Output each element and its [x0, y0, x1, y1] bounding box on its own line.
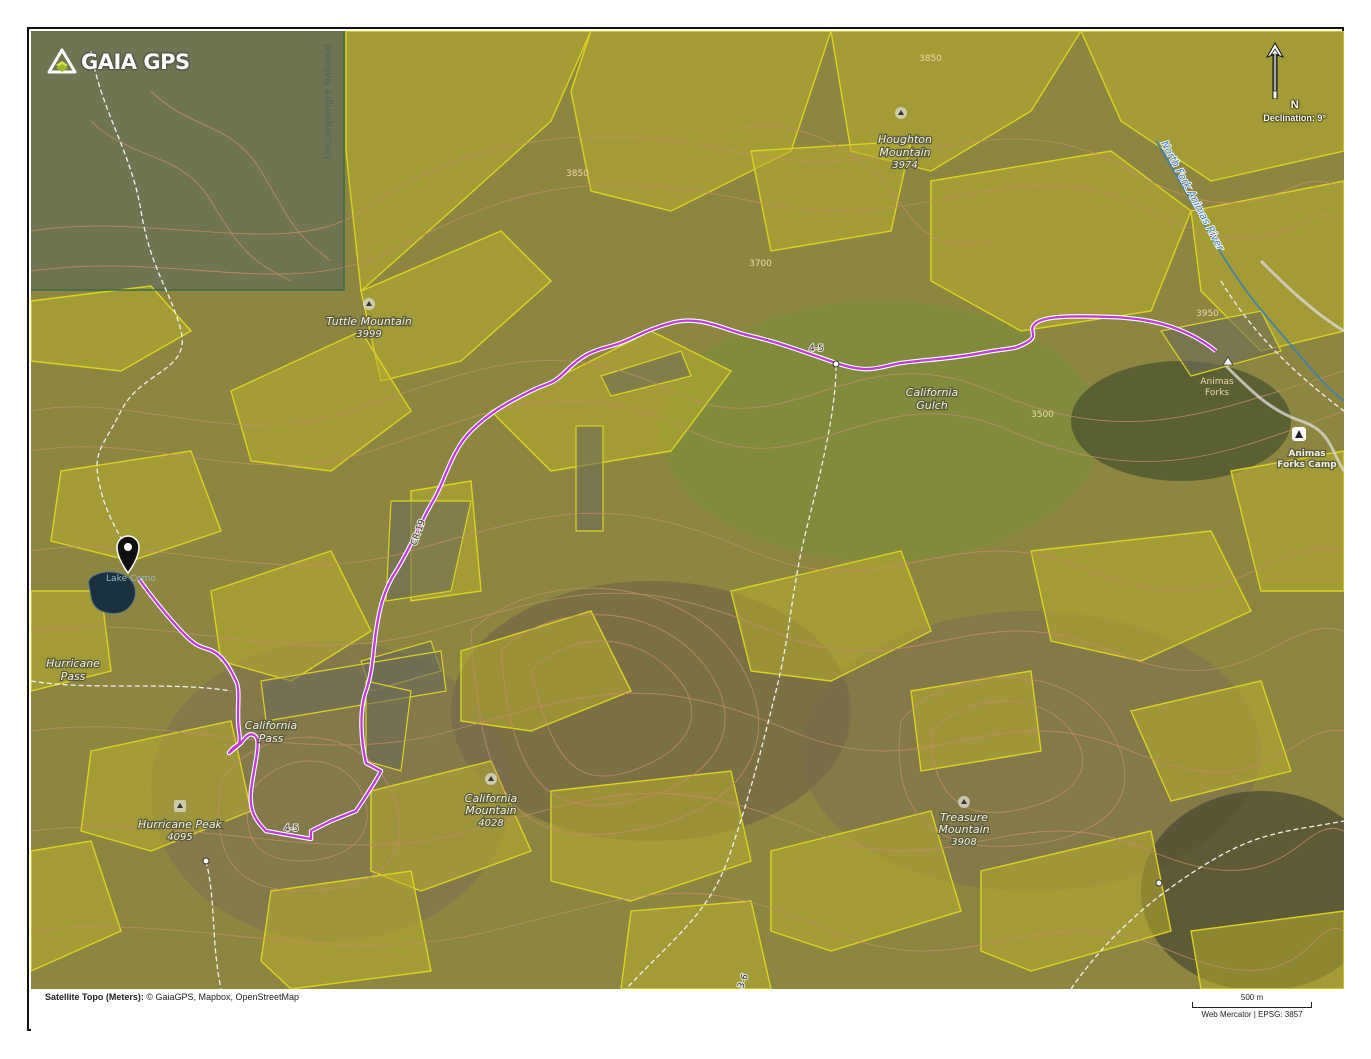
map-canvas[interactable]: Tuttle Mountain 3999 Houghton Mountain 3… [31, 31, 1344, 989]
scale-bar-block: 500 m Web Mercator | EPSG: 3857 [1192, 993, 1312, 1019]
label-hurricane-peak-elevation: 4095 [167, 832, 192, 843]
label-hurricane-pass-2: Pass [61, 670, 86, 683]
north-arrow: N Declination: 9° [1263, 41, 1326, 123]
label-treasure-mountain-2: Mountain [938, 823, 989, 836]
label-animas-camp-2: Forks Camp [1277, 460, 1337, 470]
peak-icon-houghton[interactable] [895, 107, 907, 119]
trailhead-waypoint[interactable] [202, 857, 210, 865]
brand-name: GAIA GPS [81, 50, 190, 74]
declination-label: Declination: 9° [1263, 113, 1326, 123]
label-road-45-b: 4-5 [284, 824, 299, 834]
scale-label: 500 m [1240, 993, 1264, 1002]
attribution: Satellite Topo (Meters): © GaiaGPS, Mapb… [45, 992, 299, 1002]
contour-label-3500: 3500 [1031, 410, 1054, 420]
label-tuttle-mountain: Tuttle Mountain [326, 315, 412, 328]
label-uncompahgre: Uncompahgre National [323, 44, 334, 159]
label-california-gulch-1: California [906, 386, 959, 399]
contour-label-3850a: 3850 [566, 169, 589, 179]
campground-icon[interactable] [1292, 427, 1306, 441]
projection-label: Web Mercator | EPSG: 3857 [1201, 1010, 1303, 1019]
contour-label-3850b: 3850 [919, 54, 942, 64]
label-tuttle-elevation: 3999 [356, 329, 381, 340]
gaia-gps-logo: GAIA GPS [47, 47, 190, 77]
label-california-mountain-elevation: 4028 [478, 818, 503, 829]
label-animas-camp-1: Animas [1288, 449, 1325, 459]
label-houghton-elevation: 3974 [892, 160, 917, 171]
label-california-pass-1: California [245, 719, 298, 732]
label-houghton-1: Houghton [878, 133, 932, 146]
label-animas-forks-2: Forks [1205, 388, 1229, 398]
green-meadow [661, 301, 1101, 561]
gaia-mountain-logo-icon [47, 48, 77, 74]
attribution-text: © GaiaGPS, Mapbox, OpenStreetMap [146, 992, 300, 1002]
peak-icon-hurricane[interactable] [174, 800, 186, 812]
peak-icon-tuttle[interactable] [363, 298, 375, 310]
north-arrow-icon [1266, 41, 1285, 99]
contour-label-3950: 3950 [1196, 309, 1219, 319]
north-letter: N [1290, 99, 1299, 111]
peak-icon-california[interactable] [485, 773, 497, 785]
trail-junction-waypoint[interactable] [1155, 879, 1163, 887]
map-svg: Tuttle Mountain 3999 Houghton Mountain 3… [31, 31, 1344, 989]
map-footer: Satellite Topo (Meters): © GaiaGPS, Mapb… [31, 989, 1344, 1031]
scale-bar [1192, 1002, 1312, 1008]
contour-label-3700: 3700 [749, 259, 772, 269]
label-road-45-a: 4-5 [809, 344, 824, 354]
junction-waypoint[interactable] [832, 360, 840, 368]
map-print-frame: Tuttle Mountain 3999 Houghton Mountain 3… [27, 27, 1344, 1031]
label-hurricane-peak: Hurricane Peak [138, 818, 223, 831]
label-lake-como: Lake Como [106, 574, 156, 584]
label-hurricane-pass-1: Hurricane [46, 657, 100, 670]
layer-name: Satellite Topo (Meters): [45, 992, 144, 1002]
label-houghton-2: Mountain [879, 146, 930, 159]
label-california-mountain-2: Mountain [465, 804, 516, 817]
label-california-gulch-2: Gulch [916, 399, 948, 412]
label-animas-forks-1: Animas [1200, 377, 1234, 387]
peak-icon-treasure[interactable] [958, 796, 970, 808]
label-treasure-mountain-elevation: 3908 [951, 837, 976, 848]
label-california-pass-2: Pass [259, 732, 284, 745]
